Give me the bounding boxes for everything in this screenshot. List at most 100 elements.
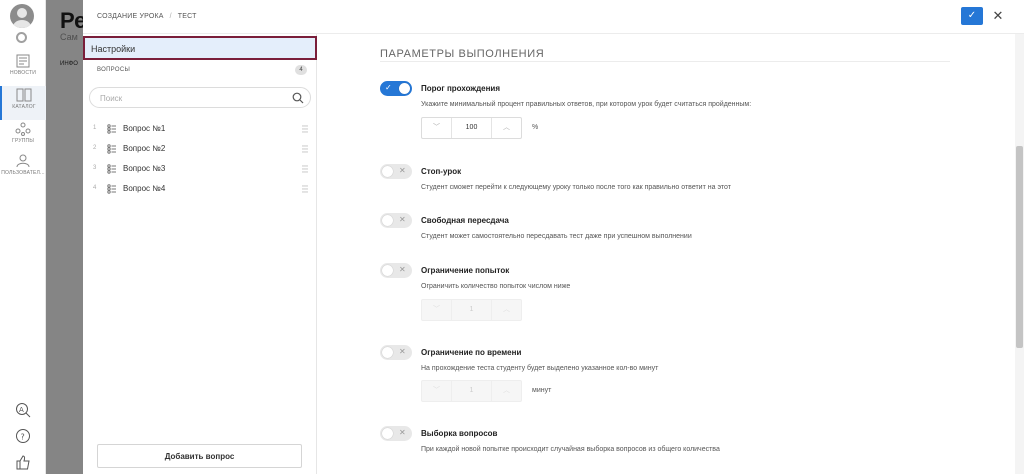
question-number: 1: [93, 125, 97, 131]
question-number: 3: [93, 165, 97, 171]
nav-item-groups[interactable]: ГРУППЫ: [0, 120, 46, 154]
stepper-value: 1: [469, 387, 474, 394]
stepper-value[interactable]: 100: [452, 118, 491, 138]
option-title: Ограничение по времени: [421, 348, 522, 357]
question-item-3[interactable]: 3 Вопрос №3: [83, 160, 317, 180]
option-description: Студент сможет перейти к следующему урок…: [421, 184, 731, 191]
questions-count-badge: 4: [295, 65, 307, 75]
question-label: Вопрос №3: [123, 164, 166, 173]
option-title: Свободная пересдача: [421, 216, 509, 225]
free-retake-toggle[interactable]: ✕: [380, 213, 412, 228]
nav-item-users[interactable]: ПОЛЬЗОВАТЕЛ...: [0, 152, 46, 186]
attempts-limit-toggle[interactable]: ✕: [380, 263, 412, 278]
catalog-icon: [16, 88, 32, 102]
decrement-button: ﹀: [422, 300, 452, 320]
modal-header: СОЗДАНИЕ УРОКА / ТЕСТ ✓ ✕: [83, 0, 1024, 34]
search-icon[interactable]: [292, 92, 304, 104]
nav-label: НОВОСТИ: [9, 70, 37, 76]
question-label: Вопрос №1: [123, 124, 166, 133]
x-icon: ✕: [399, 265, 406, 274]
check-icon: ✓: [385, 83, 392, 92]
modal-backdrop[interactable]: [46, 0, 83, 474]
question-item-4[interactable]: 4 Вопрос №4: [83, 180, 317, 200]
check-icon: ✓: [967, 10, 977, 21]
breadcrumb-item-test: ТЕСТ: [177, 13, 197, 20]
x-icon: ✕: [399, 166, 406, 175]
confirm-button[interactable]: ✓: [961, 7, 983, 25]
option-title: Стоп-урок: [421, 167, 462, 176]
checklist-icon: [107, 124, 116, 134]
stop-lesson-toggle[interactable]: ✕: [380, 164, 412, 179]
option-description: Студент может самостоятельно пересдавать…: [421, 233, 692, 240]
question-item-2[interactable]: 2 Вопрос №2: [83, 140, 317, 160]
decrement-button: ﹀: [422, 381, 452, 401]
toggle-knob: [382, 166, 393, 177]
unit-label: минут: [532, 387, 552, 394]
user-avatar[interactable]: [10, 4, 34, 28]
add-question-button[interactable]: Добавить вопрос: [97, 444, 302, 468]
nav-label: КАТАЛОГ: [12, 104, 36, 110]
stepper-value: 1: [469, 306, 474, 313]
time-limit-toggle[interactable]: ✕: [380, 345, 412, 360]
question-list: 1 Вопрос №1 2 Вопрос №2 3 Вопрос №3 4 Во…: [83, 120, 317, 200]
settings-icon[interactable]: [16, 32, 27, 43]
lesson-editor-modal: СОЗДАНИЕ УРОКА / ТЕСТ ✓ ✕ Настройки ВОПРОС…: [83, 0, 1024, 474]
breadcrumb-separator: /: [169, 13, 172, 20]
breadcrumb-item-create-lesson[interactable]: СОЗДАНИЕ УРОКА: [97, 13, 164, 20]
breadcrumb: СОЗДАНИЕ УРОКА / ТЕСТ: [97, 13, 197, 20]
option-description: Ограничить количество попыток числом ниж…: [421, 283, 571, 290]
question-label: Вопрос №4: [123, 184, 166, 193]
help-icon[interactable]: ?: [15, 428, 31, 444]
toggle-knob: [399, 83, 410, 94]
search-box: [89, 87, 311, 108]
drag-handle-icon[interactable]: [302, 185, 308, 193]
close-icon: ✕: [992, 8, 1004, 23]
section-divider: [380, 61, 950, 62]
pass-threshold-stepper: ﹀ 100 ︿: [421, 117, 522, 139]
toggle-knob: [382, 265, 393, 276]
app-nav: НОВОСТИ КАТАЛОГ ГРУППЫ ПОЛЬЗОВАТЕЛ... A …: [0, 0, 46, 474]
option-description: Укажите минимальный процент правильных о…: [421, 101, 752, 108]
like-icon[interactable]: [15, 454, 31, 470]
svg-text:?: ?: [21, 433, 25, 442]
search-input[interactable]: [100, 92, 280, 104]
option-title: Порог прохождения: [421, 84, 501, 93]
checklist-icon: [107, 164, 116, 174]
drag-handle-icon[interactable]: [302, 165, 308, 173]
question-item-1[interactable]: 1 Вопрос №1: [83, 120, 317, 140]
nav-item-catalog[interactable]: КАТАЛОГ: [0, 86, 46, 120]
question-number: 4: [93, 185, 97, 191]
users-icon: [16, 154, 30, 168]
checklist-icon: [107, 184, 116, 194]
x-icon: ✕: [399, 215, 406, 224]
x-icon: ✕: [399, 428, 406, 437]
toggle-knob: [382, 428, 393, 439]
question-number: 2: [93, 145, 97, 151]
increment-button: ︿: [491, 381, 521, 401]
nav-label: ПОЛЬЗОВАТЕЛ...: [1, 170, 45, 176]
drag-handle-icon[interactable]: [302, 125, 308, 133]
option-title: Выборка вопросов: [421, 429, 498, 438]
attempts-limit-stepper: ﹀ 1 ︿: [421, 299, 522, 321]
option-title: Ограничение попыток: [421, 266, 510, 275]
questions-header: ВОПРОСЫ: [97, 67, 131, 73]
questions-sidebar: Настройки ВОПРОСЫ 4 1 Вопрос №1 2 Вопрос…: [83, 34, 317, 474]
time-limit-stepper: ﹀ 1 ︿: [421, 380, 522, 402]
toggle-knob: [382, 215, 393, 226]
translate-icon[interactable]: A: [15, 402, 31, 418]
question-sampling-toggle[interactable]: ✕: [380, 426, 412, 441]
checklist-icon: [107, 144, 116, 154]
increment-button[interactable]: ︿: [491, 118, 521, 138]
decrement-button[interactable]: ﹀: [422, 118, 452, 138]
option-description: На прохождение теста студенту будет выде…: [421, 365, 659, 372]
increment-button: ︿: [491, 300, 521, 320]
nav-item-news[interactable]: НОВОСТИ: [0, 52, 46, 86]
scrollbar-thumb[interactable]: [1016, 146, 1023, 348]
pass-threshold-toggle[interactable]: ✓: [380, 81, 412, 96]
close-button[interactable]: ✕: [989, 7, 1007, 25]
sidebar-item-settings[interactable]: Настройки: [83, 36, 317, 60]
unit-label: %: [532, 124, 539, 131]
svg-text:A: A: [19, 406, 24, 414]
drag-handle-icon[interactable]: [302, 145, 308, 153]
nav-label: ГРУППЫ: [12, 138, 34, 144]
